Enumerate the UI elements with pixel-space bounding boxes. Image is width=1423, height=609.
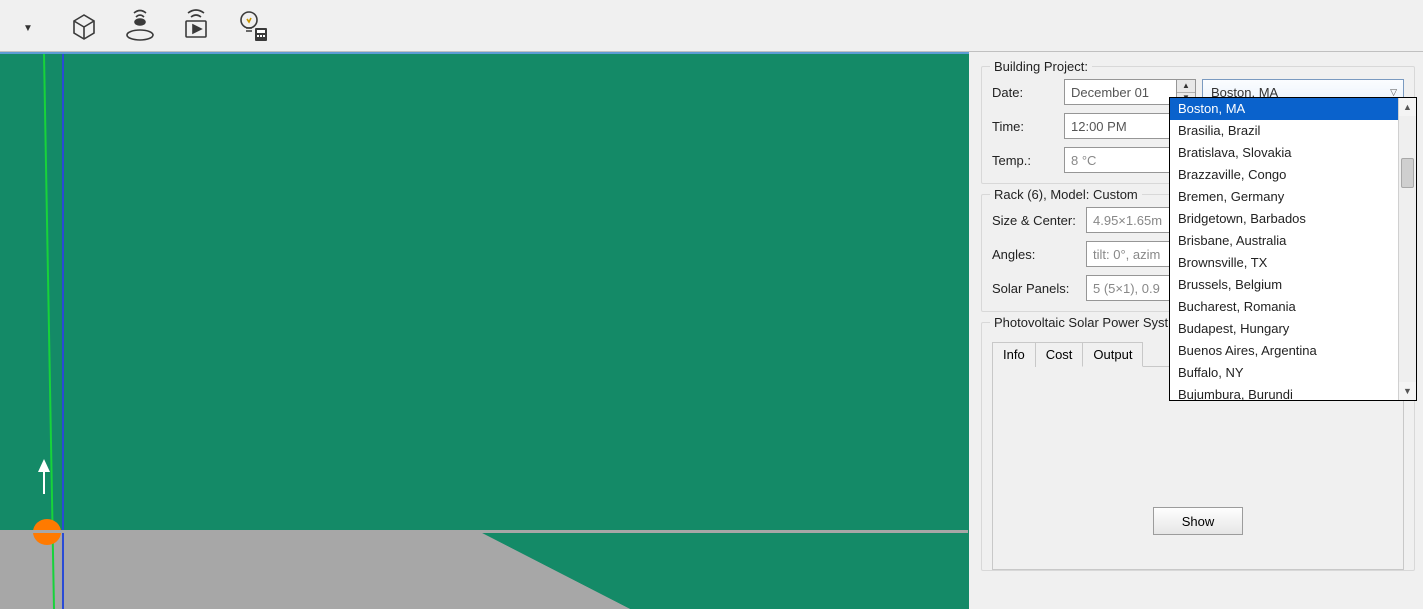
main-area: Building Project: Date: ▲ ▼ Boston, MA ▽… (0, 52, 1423, 609)
scrollbar[interactable]: ▲ ▼ (1398, 98, 1416, 400)
location-option[interactable]: Boston, MA (1170, 98, 1398, 120)
time-field[interactable] (1064, 113, 1176, 139)
show-button[interactable]: Show (1153, 507, 1243, 535)
scroll-up-icon[interactable]: ▲ (1399, 98, 1416, 116)
building-project-legend: Building Project: (990, 59, 1092, 74)
tab-cost[interactable]: Cost (1035, 342, 1084, 367)
location-option[interactable]: Bucharest, Romania (1170, 296, 1398, 318)
date-field[interactable] (1064, 79, 1176, 105)
location-option[interactable]: Brasilia, Brazil (1170, 120, 1398, 142)
solar-panels-label: Solar Panels: (992, 281, 1080, 296)
location-dropdown-list[interactable]: Boston, MABrasilia, BrazilBratislava, Sl… (1169, 97, 1417, 401)
date-label: Date: (992, 85, 1058, 100)
scroll-thumb[interactable] (1401, 158, 1414, 188)
angles-label: Angles: (992, 247, 1080, 262)
location-option[interactable]: Brussels, Belgium (1170, 274, 1398, 296)
temp-field[interactable] (1064, 147, 1176, 173)
location-option[interactable]: Brownsville, TX (1170, 252, 1398, 274)
pv-legend: Photovoltaic Solar Power Syst (990, 315, 1172, 330)
location-option[interactable]: Buffalo, NY (1170, 362, 1398, 384)
toolbar: ▼ (0, 0, 1423, 52)
location-option[interactable]: Bujumbura, Burundi (1170, 384, 1398, 400)
chevron-down-icon: ▽ (1390, 87, 1397, 98)
viewport-3d[interactable] (0, 52, 969, 609)
location-option[interactable]: Buenos Aires, Argentina (1170, 340, 1398, 362)
location-option[interactable]: Bratislava, Slovakia (1170, 142, 1398, 164)
cube-icon[interactable] (62, 6, 106, 46)
location-option[interactable]: Bridgetown, Barbados (1170, 208, 1398, 230)
sun-play-icon[interactable] (174, 6, 218, 46)
toolbar-dropdown[interactable]: ▼ (6, 6, 50, 46)
location-option[interactable]: Bremen, Germany (1170, 186, 1398, 208)
rack-legend: Rack (6), Model: Custom (990, 187, 1142, 202)
location-option[interactable]: Brazzaville, Congo (1170, 164, 1398, 186)
chevron-up-icon[interactable]: ▲ (1177, 80, 1195, 93)
temp-label: Temp.: (992, 153, 1058, 168)
scroll-down-icon[interactable]: ▼ (1399, 382, 1416, 400)
solar-panels-field[interactable] (1086, 275, 1172, 301)
time-label: Time: (992, 119, 1058, 134)
tab-info[interactable]: Info (992, 342, 1036, 367)
size-center-field[interactable] (1086, 207, 1172, 233)
scroll-track[interactable] (1399, 116, 1416, 382)
side-panel: Building Project: Date: ▲ ▼ Boston, MA ▽… (975, 52, 1423, 609)
angles-field[interactable] (1086, 241, 1172, 267)
location-option[interactable]: Brisbane, Australia (1170, 230, 1398, 252)
spotlight-icon[interactable] (118, 6, 162, 46)
size-center-label: Size & Center: (992, 213, 1080, 228)
bulb-calc-icon[interactable] (230, 6, 274, 46)
location-option[interactable]: Budapest, Hungary (1170, 318, 1398, 340)
tab-output[interactable]: Output (1082, 342, 1143, 367)
